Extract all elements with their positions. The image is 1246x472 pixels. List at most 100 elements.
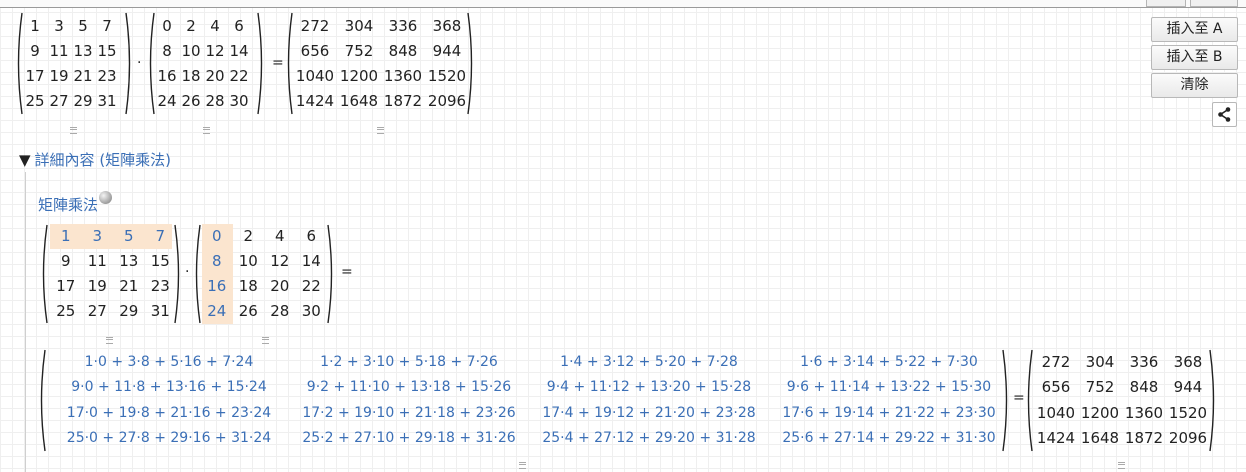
- matrix-cell: 6: [234, 16, 244, 35]
- matrix-cell: 10: [181, 41, 201, 60]
- expansion-resize-handle[interactable]: [519, 462, 526, 469]
- share-icon: [1218, 107, 1231, 122]
- matrix-cell: 21: [73, 66, 93, 85]
- detail-result-resize-handle[interactable]: [1118, 462, 1125, 469]
- matrix-cell: 9·6 + 11·14 + 13·22 + 15·30: [786, 379, 992, 395]
- detail-multiply-dot: ·: [185, 264, 190, 280]
- matrix-multiplication-link[interactable]: 矩陣乘法: [38, 191, 113, 215]
- matrix-cells: 272 304 336 368 656 752 848 944 1040 1200 1360 1520…: [1034, 350, 1210, 452]
- matrix-cell: 9·4 + 11·12 + 13·20 + 15·28: [546, 379, 752, 395]
- share-button[interactable]: [1212, 102, 1237, 127]
- equals-sign: =: [272, 55, 284, 71]
- collapse-triangle-icon: ▼: [19, 151, 31, 169]
- matrix-cell: 1520: [1168, 403, 1208, 422]
- top-toolbar-button-left[interactable]: [1146, 0, 1186, 7]
- matrix-cell: 25·2 + 27·10 + 29·18 + 31·26: [302, 430, 516, 446]
- matrix-cells: 272 304 336 368 656 752 848 944 1040 1200 1360 1520…: [293, 14, 469, 114]
- matrix-cell: 15: [97, 41, 117, 60]
- right-parenthesis: [1209, 349, 1215, 452]
- matrix-cell: 10: [238, 252, 258, 270]
- matrix-cell: 20: [205, 66, 225, 85]
- matrix-cell: 944: [432, 41, 462, 60]
- right-parenthesis: [327, 224, 333, 324]
- matrix-cell: 1·6 + 3·14 + 5·22 + 7·30: [800, 353, 978, 370]
- matrix-cell: 1424: [1036, 429, 1076, 447]
- matrix-cell: 17·0 + 19·8 + 21·16 + 23·24: [66, 404, 272, 421]
- matrix-cell: 31: [150, 302, 170, 320]
- matrix-cell: 12: [205, 41, 225, 60]
- detail-result-matrix: 272 304 336 368 656 752 848 944 1040 1200 1360 1520…: [1025, 349, 1217, 452]
- matrix-cell: 1520: [427, 66, 467, 85]
- matrix-cell: 2: [186, 16, 196, 35]
- matrix-cell: 18: [181, 66, 201, 85]
- matrix-cell: 656: [300, 41, 330, 60]
- matrix-cell: 22: [229, 66, 249, 85]
- matrix-cell: 1648: [1080, 429, 1120, 447]
- matrix-cell: 14: [301, 252, 321, 270]
- matrix-a-input[interactable]: 1 3 5 7 9 11 13 15 17 19 21 23 25 27 29 31: [15, 12, 133, 115]
- matrix-cell: 29: [119, 302, 139, 320]
- matrix-cell: 368: [432, 16, 462, 35]
- matrix-cell: 272: [1041, 352, 1071, 371]
- matrix-cell: 944: [1173, 378, 1203, 396]
- left-parenthesis: [1027, 349, 1033, 452]
- matrix-cell: 2096: [427, 91, 467, 110]
- matrix-cell: 13: [73, 41, 93, 60]
- matrix-cell: 26: [181, 91, 201, 110]
- right-parenthesis: [257, 12, 263, 115]
- matrix-cell: 17: [25, 66, 45, 85]
- matrix-cell: 16: [207, 277, 227, 295]
- matrix-cell: 25·4 + 27·12 + 29·20 + 31·28: [542, 430, 756, 446]
- matrix-cell: 0: [162, 16, 172, 35]
- clear-button[interactable]: 清除: [1151, 73, 1238, 98]
- matrix-cell: 1200: [1080, 403, 1120, 422]
- matrix-cell: 1040: [1036, 403, 1076, 422]
- matrix-cell: 25: [56, 302, 76, 320]
- matrix-cell: 20: [270, 277, 290, 295]
- matrix-cell: 2: [243, 227, 254, 245]
- matrix-cell: 12: [270, 252, 290, 270]
- matrix-cell: 1648: [339, 91, 379, 110]
- matrix-cell: 23: [97, 66, 117, 85]
- details-toggle[interactable]: ▼ 詳細內容 (矩陣乘法): [19, 149, 171, 170]
- detail-equals-sign: =: [341, 264, 353, 280]
- matrix-cell: 1040: [295, 66, 335, 85]
- section-title: 矩陣乘法: [38, 196, 99, 214]
- matrix-cell: 848: [1129, 378, 1159, 396]
- left-parenthesis: [40, 349, 46, 452]
- matrix-cell: 15: [150, 252, 170, 270]
- matrix-cell: 1: [30, 16, 40, 35]
- detail-matrix-a: 1 3 5 7 9 11 13 15 17 19 21 23 25 27 29 31: [40, 224, 182, 324]
- insert-to-a-button[interactable]: 插入至 A: [1151, 17, 1238, 42]
- matrix-cell: 17·2 + 19·10 + 21·18 + 23·26: [302, 404, 516, 421]
- result-resize-handle[interactable]: [377, 127, 384, 134]
- matrix-cell: 30: [301, 302, 321, 320]
- matrix-cell: 2096: [1168, 429, 1208, 447]
- matrix-cell: 8: [211, 252, 222, 270]
- multiply-dot: ·: [137, 55, 142, 71]
- matrix-a-resize-handle[interactable]: [70, 127, 77, 134]
- matrix-cell: 9·2 + 11·10 + 13·18 + 15·26: [306, 379, 512, 395]
- matrix-cell: 4: [274, 227, 285, 245]
- matrix-cell: 1872: [1124, 429, 1164, 447]
- wikipedia-globe-icon[interactable]: [99, 191, 113, 204]
- matrix-b-resize-handle[interactable]: [203, 127, 210, 134]
- matrix-cell: 1360: [383, 66, 423, 85]
- insert-to-b-button[interactable]: 插入至 B: [1151, 45, 1238, 70]
- matrix-cell: 30: [229, 91, 249, 110]
- matrix-cell: 7: [155, 227, 166, 245]
- matrix-cell: 0: [211, 227, 222, 245]
- top-toolbar-button-right[interactable]: [1190, 0, 1238, 7]
- matrix-cells: 1 3 5 7 9 11 13 15 17 19 21 23 25 27 29 31: [50, 224, 176, 324]
- matrix-b-input[interactable]: 0 2 4 6 8 10 12 14 16 18 20 22 24 26 28 30: [147, 12, 265, 115]
- detail-b-resize-handle[interactable]: [262, 337, 269, 344]
- detail-a-resize-handle[interactable]: [106, 337, 113, 344]
- matrix-cell: 1·4 + 3·12 + 5·20 + 7·28: [560, 353, 738, 370]
- matrix-cell: 31: [97, 91, 117, 110]
- matrix-cell: 19: [49, 66, 69, 85]
- matrix-cell: 1200: [339, 66, 379, 85]
- matrix-cells: 1·0 + 3·8 + 5·16 + 7·24 1·2 + 3·10 + 5·18…: [49, 350, 1009, 452]
- matrix-cell: 1424: [295, 91, 335, 110]
- matrix-cell: 336: [388, 16, 418, 35]
- matrix-cells: 0 2 4 6 8 10 12 14 16 18 20 22 24 26 28 30: [201, 224, 327, 324]
